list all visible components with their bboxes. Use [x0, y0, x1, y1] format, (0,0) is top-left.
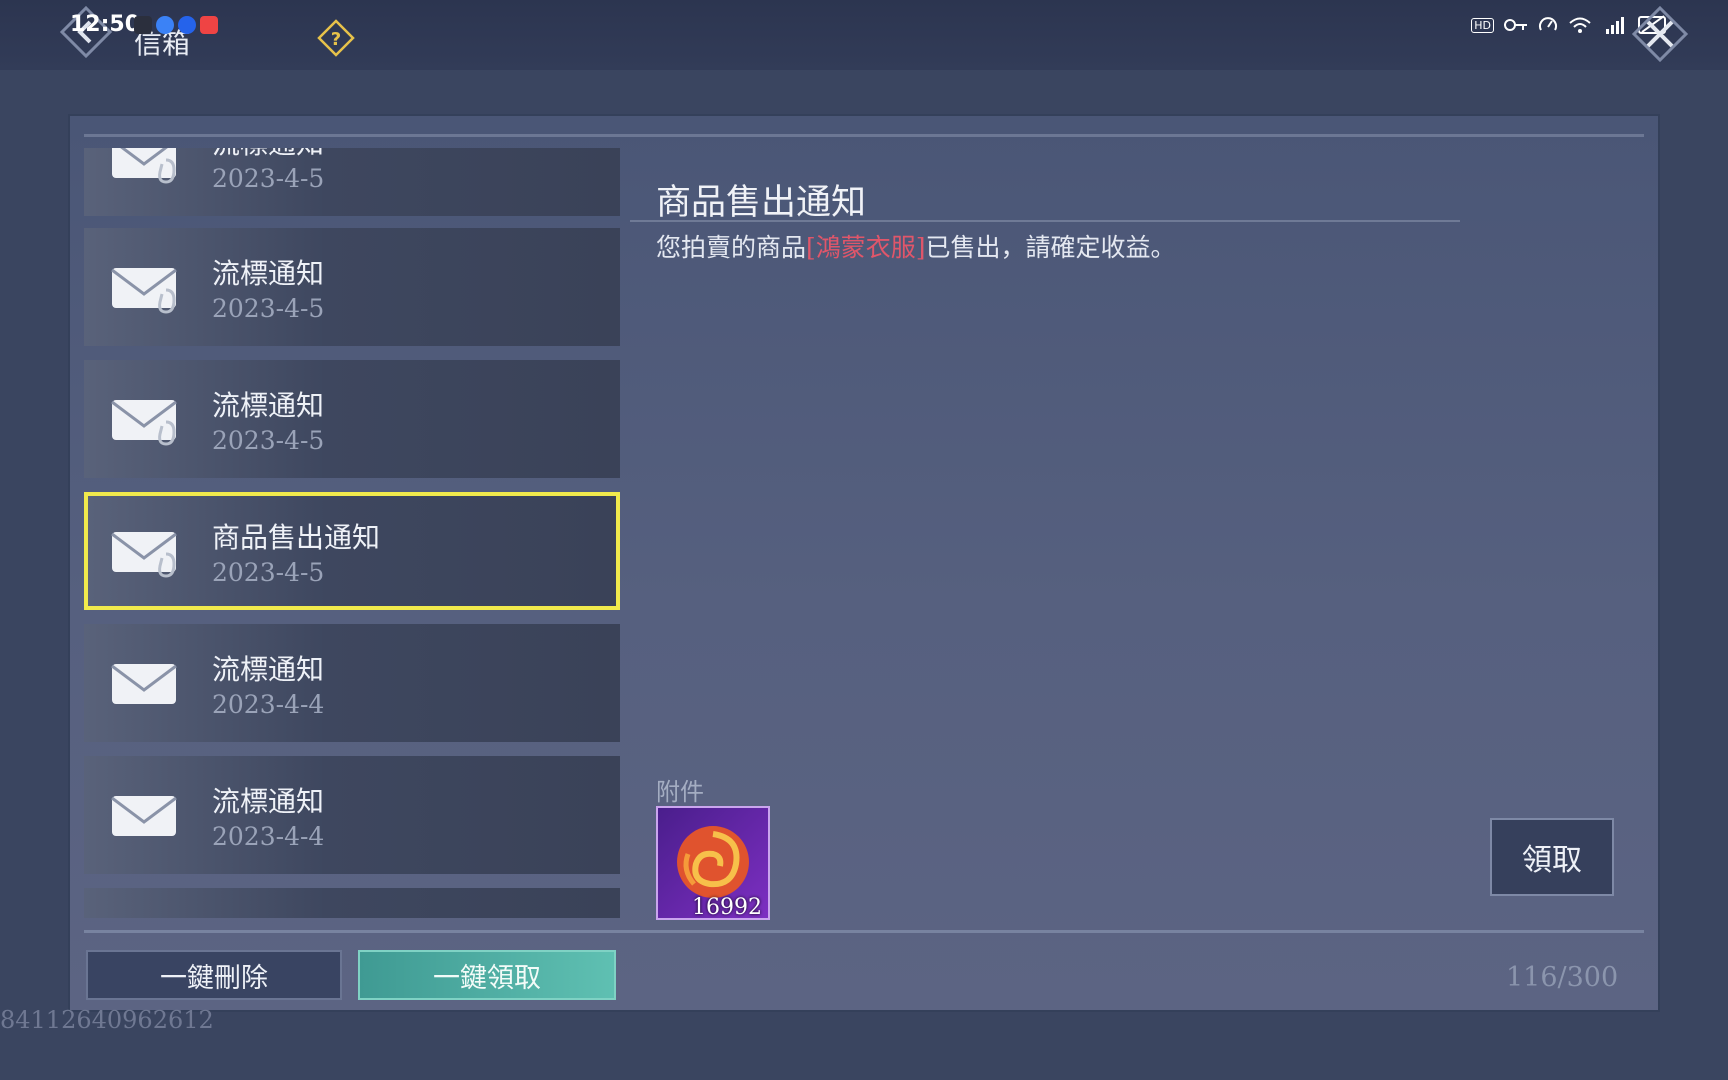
mailbox-panel: 流標通知 2023-4-5 流標通知 2023-4-5 流標通知 2023-4-…	[68, 114, 1660, 1012]
mail-date: 2023-4-5	[212, 294, 325, 323]
envelope-icon	[111, 664, 177, 704]
mail-list-item[interactable]: 流標通知 2023-4-5	[84, 360, 620, 478]
wifi-icon	[1569, 17, 1591, 33]
envelope-attachment-icon	[111, 532, 177, 578]
envelope-attachment-icon	[111, 400, 177, 446]
key-icon	[1504, 19, 1527, 31]
app-notification-icon	[134, 16, 152, 34]
attachment-quantity: 16992	[692, 895, 762, 920]
mail-list-item[interactable]: 流標通知 2023-4-4	[84, 624, 620, 742]
mail-list-item[interactable]: 流標通知 2023-4-5	[84, 148, 620, 216]
mail-detail-body: 您拍賣的商品[鴻蒙衣服]已售出，請確定收益。	[656, 228, 1176, 264]
user-id: 84112640962612	[0, 1006, 214, 1034]
top-bar: 信箱 12:50 ? HD	[0, 0, 1728, 70]
body-prefix: 您拍賣的商品	[656, 233, 807, 262]
mail-title: 流標通知	[212, 785, 325, 818]
mail-title: 商品售出通知	[212, 521, 381, 554]
delete-all-button[interactable]: 一鍵刪除	[86, 950, 342, 1000]
mail-date: 2023-4-5	[212, 164, 325, 193]
mail-list-item[interactable]: 流標通知 2023-4-5	[84, 228, 620, 346]
svg-text:?: ?	[331, 29, 341, 50]
panel-divider-bottom	[84, 930, 1644, 933]
panel-divider-top	[84, 134, 1644, 137]
location-icon	[178, 16, 196, 34]
mail-list-item-partial[interactable]	[84, 888, 620, 918]
mail-detail-title: 商品售出通知	[656, 183, 867, 223]
detail-divider	[630, 220, 1460, 222]
mail-title: 流標通知	[212, 653, 325, 686]
mail-date: 2023-4-5	[212, 558, 325, 587]
claim-button[interactable]: 領取	[1490, 818, 1614, 896]
mail-date: 2023-4-4	[212, 822, 325, 851]
mail-list-item-selected[interactable]: 商品售出通知 2023-4-5	[84, 492, 620, 610]
mail-title: 流標通知	[212, 389, 325, 422]
signal-icon	[1606, 17, 1624, 34]
status-time: 12:50	[70, 12, 141, 37]
attachment-item[interactable]: 16992	[656, 806, 770, 920]
close-icon[interactable]	[1632, 6, 1688, 62]
speedometer-icon	[1539, 17, 1557, 31]
mail-list[interactable]: 流標通知 2023-4-5 流標通知 2023-4-5 流標通知 2023-4-…	[84, 148, 620, 918]
mail-date: 2023-4-4	[212, 690, 325, 719]
envelope-attachment-icon	[112, 148, 176, 184]
game-app-icon	[200, 16, 218, 34]
mail-title: 流標通知	[212, 257, 325, 290]
item-name-link[interactable]: [鴻蒙衣服]	[806, 233, 926, 262]
claim-all-button[interactable]: 一鍵領取	[358, 950, 616, 1000]
mail-date: 2023-4-5	[212, 426, 325, 455]
envelope-icon	[111, 796, 177, 836]
mail-title: 流標通知	[212, 148, 324, 162]
mail-count: 116/300	[1506, 962, 1619, 993]
envelope-attachment-icon	[111, 268, 177, 314]
mail-list-item[interactable]: 流標通知 2023-4-4	[84, 756, 620, 874]
body-suffix: 已售出，請確定收益。	[925, 233, 1176, 262]
hd-icon: HD	[1471, 17, 1494, 33]
status-app-icons	[134, 16, 218, 34]
browser-icon	[156, 16, 174, 34]
attachment-label: 附件	[656, 778, 704, 806]
help-icon[interactable]: ?	[316, 18, 356, 58]
